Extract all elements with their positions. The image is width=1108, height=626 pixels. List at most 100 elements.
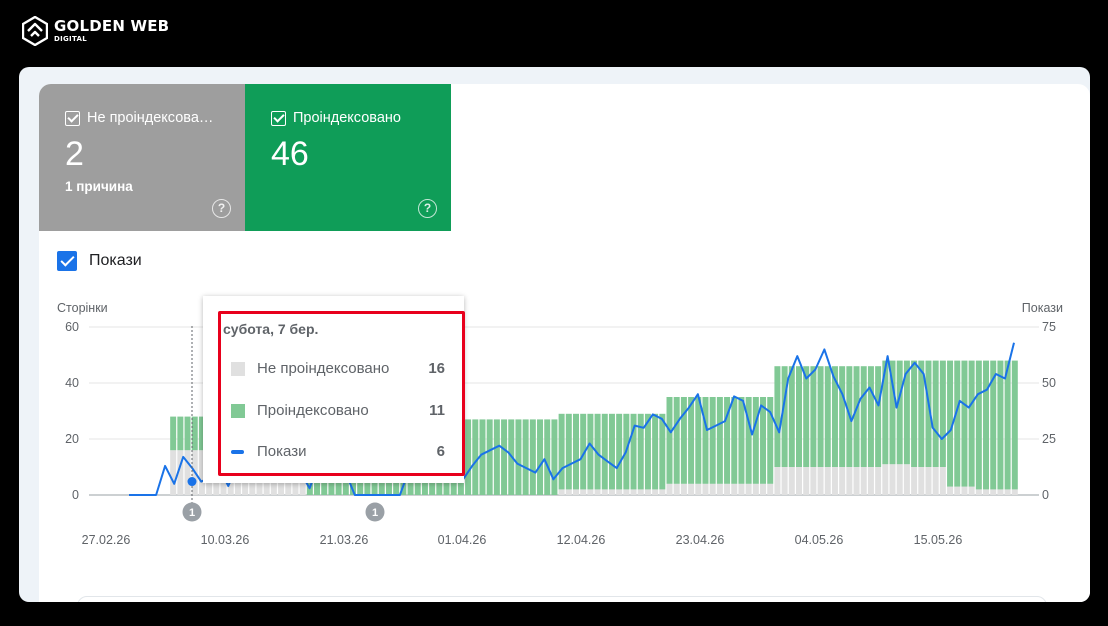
not-indexed-bar [889,464,896,495]
not-indexed-bar [587,489,594,495]
indexed-bar [529,419,536,495]
y-left-tick-label: 40 [65,376,79,390]
not-indexed-bar [954,486,961,495]
x-tick-label: 01.04.26 [438,533,487,547]
brand-name: GOLDEN WEB [54,17,170,35]
not-indexed-bar [652,489,659,495]
x-tick-label: 15.05.26 [914,533,963,547]
y-left-tick-label: 20 [65,432,79,446]
indexed-bar [652,413,659,490]
indexed-bar [191,416,198,451]
tooltip-row-value: 11 [429,402,445,419]
indexed-bar [975,360,982,490]
indexed-bar [702,397,709,484]
not-indexed-bar [911,467,918,495]
not-indexed-bar [709,483,716,495]
coverage-report-frame: Не проіндексова… 2 1 причина ? Проіндекс… [19,67,1090,602]
not-indexed-bar [983,489,990,495]
not-indexed-bar [724,483,731,495]
y-left-tick-label: 60 [65,320,79,334]
tooltip-row-impressions: Покази 6 [231,443,445,460]
indexed-bar [774,366,781,467]
tooltip-row-indexed: Проіндексовано 11 [231,402,445,419]
not-indexed-bar [170,450,177,495]
not-indexed-bar [781,467,788,495]
indexed-bar [544,419,551,495]
not-indexed-bar [702,483,709,495]
not-indexed-bar [860,467,867,495]
indexed-bar [465,419,472,495]
indexed-bar [810,366,817,467]
annotation-marker-label: 1 [189,507,195,519]
not-indexed-bar [558,489,565,495]
not-indexed-bar [623,489,630,495]
indexed-bar [968,360,975,487]
indexed-bar [716,397,723,484]
not-indexed-bar [745,483,752,495]
not-indexed-bar [990,489,997,495]
not-indexed-bar [760,483,767,495]
not-indexed-bar [767,483,774,495]
not-indexed-bar [659,489,666,495]
not-indexed-bar [975,489,982,495]
not-indexed-bar [608,489,615,495]
indexed-bar [911,360,918,467]
indexed-bar [738,397,745,484]
not-indexed-bar [580,489,587,495]
indexed-bar [537,419,544,495]
not-indexed-bar [824,467,831,495]
x-tick-label: 12.04.26 [557,533,606,547]
not-indexed-bar [918,467,925,495]
brand-sub: DIGITAL [54,35,87,43]
tooltip-row-value: 16 [428,360,445,377]
not-indexed-bar [875,467,882,495]
not-indexed-bar [882,464,889,495]
indexed-bar [688,397,695,484]
tooltip-date: субота, 7 бер. [223,321,319,337]
not-indexed-bar [839,467,846,495]
not-indexed-bar [695,483,702,495]
x-tick-label: 27.02.26 [82,533,131,547]
x-tick-label: 04.05.26 [795,533,844,547]
y-axis-right-title: Покази [1022,301,1063,315]
tooltip-row-label: Покази [257,443,307,460]
not-indexed-bar [601,489,608,495]
indexed-bar [637,413,644,490]
indexed-bar [472,419,479,495]
not-indexed-bar [1011,489,1018,495]
y-right-tick-label: 25 [1042,432,1056,446]
indexed-bar [817,366,824,467]
not-indexed-bar [680,483,687,495]
indexed-bar [515,419,522,495]
x-tick-label: 21.03.26 [320,533,369,547]
indexed-bar [875,366,882,467]
y-left-tick-label: 0 [72,488,79,502]
indexed-bar [752,397,759,484]
indexed-bar [666,397,673,484]
not-indexed-bar [846,467,853,495]
not-indexed-bar [774,467,781,495]
indexed-bar [601,413,608,490]
not-indexed-bar [594,489,601,495]
not-indexed-bar [968,486,975,495]
indexed-bar [573,413,579,490]
not-indexed-bar [1004,489,1011,495]
x-tick-label: 23.04.26 [676,533,725,547]
tooltip-row-value: 6 [436,443,445,460]
indexed-bar [932,360,939,467]
indexed-bar [983,360,990,490]
x-tick-label: 10.03.26 [201,533,250,547]
not-indexed-bar [688,483,695,495]
not-indexed-bar [630,489,637,495]
not-indexed-bar [184,450,191,495]
indexed-bar [939,360,946,467]
indexed-bar [796,366,802,467]
not-indexed-bar [752,483,759,495]
indexed-bar [177,416,184,451]
indexed-bar [522,419,529,495]
indexed-bar [616,413,623,490]
indexed-bar [551,419,558,495]
not-indexed-swatch [231,361,245,376]
indexed-bar [184,416,191,451]
not-indexed-bar [803,467,810,495]
